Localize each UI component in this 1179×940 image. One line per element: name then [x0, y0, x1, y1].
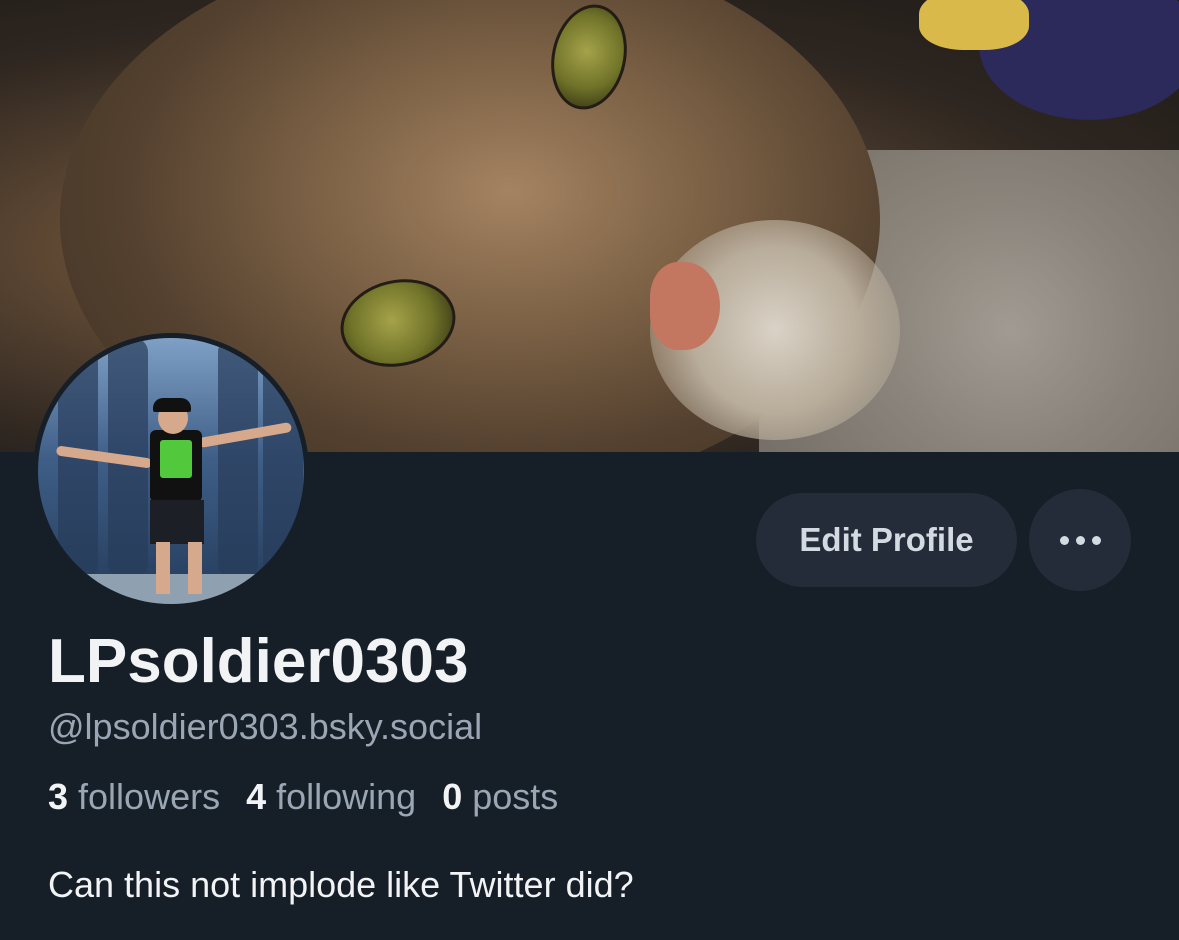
more-horizontal-icon: [1091, 535, 1101, 545]
posts-count: 0: [442, 776, 463, 817]
followers-link[interactable]: 3 followers: [48, 776, 220, 818]
avatar-floor: [38, 574, 304, 604]
more-options-button[interactable]: [1029, 489, 1131, 591]
display-name: LPsoldier0303: [48, 627, 469, 696]
followers-count: 3: [48, 776, 69, 817]
edit-profile-button[interactable]: Edit Profile: [756, 493, 1017, 587]
posts-stat: 0 posts: [442, 776, 558, 818]
more-horizontal-icon: [1059, 535, 1069, 545]
edit-profile-label: Edit Profile: [799, 521, 974, 558]
banner-toy: [919, 0, 1029, 50]
profile-handle: @lpsoldier0303.bsky.social: [48, 706, 483, 747]
profile-stats: 3 followers 4 following 0 posts: [48, 776, 558, 818]
avatar-person-leg: [156, 542, 170, 594]
more-horizontal-icon: [1075, 535, 1085, 545]
avatar-person-cap: [153, 398, 191, 412]
posts-label: posts: [472, 776, 559, 817]
avatar-backdrop: [218, 338, 258, 578]
avatar-image: [38, 338, 304, 604]
following-link[interactable]: 4 following: [246, 776, 416, 818]
avatar-person-leg: [188, 542, 202, 594]
profile-bio: Can this not implode like Twitter did?: [48, 864, 634, 905]
followers-label: followers: [78, 776, 221, 817]
avatar-backdrop: [263, 338, 303, 578]
avatar-person-shorts: [150, 500, 204, 544]
avatar-shirt-print: [160, 440, 192, 478]
following-label: following: [276, 776, 417, 817]
banner-cat-nose: [650, 262, 720, 350]
following-count: 4: [246, 776, 267, 817]
avatar[interactable]: [33, 333, 309, 609]
